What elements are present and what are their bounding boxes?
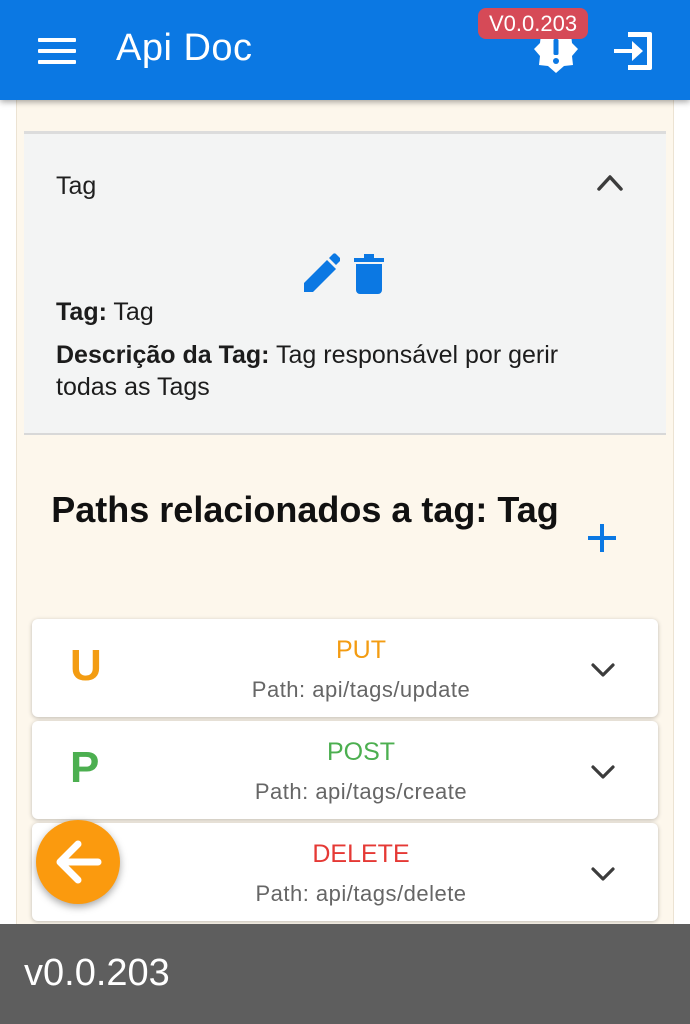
add-path-icon[interactable] (584, 520, 620, 556)
path-url: Path: api/tags/delete (255, 881, 467, 906)
tag-name-row: Tag: Tag (56, 298, 154, 327)
tag-description-row: Descrição da Tag: Tag responsável por ge… (56, 339, 626, 403)
footer-version: v0.0.203 (24, 952, 170, 994)
tag-panel-title[interactable]: Tag (56, 172, 96, 201)
tag-value: Tag (113, 298, 154, 326)
footer-bar: v0.0.203 (0, 924, 690, 1024)
path-card-post[interactable]: P POST Path: api/tags/create (32, 721, 658, 819)
trash-icon[interactable] (354, 252, 384, 294)
edit-pencil-icon[interactable] (302, 252, 340, 294)
chevron-up-icon[interactable] (596, 172, 624, 192)
path-url: Path: api/tags/create (254, 779, 468, 804)
tag-panel: Tag Tag: Tag Descrição da Tag: Tag respo… (24, 131, 666, 435)
arrow-left-icon (56, 840, 102, 884)
app-title: Api Doc (116, 27, 253, 69)
app-bar: Api Doc V0.0.203 (0, 0, 690, 100)
chevron-down-icon[interactable] (590, 763, 616, 781)
version-badge: V0.0.203 (478, 8, 589, 39)
path-card-delete[interactable]: D DELETE Path: api/tags/delete (32, 823, 658, 921)
hamburger-menu-icon[interactable] (38, 38, 76, 64)
tag-label: Tag: (56, 298, 107, 326)
chevron-down-icon[interactable] (590, 865, 616, 883)
chevron-down-icon[interactable] (590, 661, 616, 679)
path-card-put[interactable]: U PUT Path: api/tags/update (32, 619, 658, 717)
path-url: Path: api/tags/update (251, 677, 471, 702)
description-label: Descrição da Tag: (56, 341, 270, 369)
back-button[interactable] (36, 820, 120, 904)
paths-heading: Paths relacionados a tag: Tag (51, 489, 559, 530)
logout-icon[interactable] (610, 28, 656, 74)
